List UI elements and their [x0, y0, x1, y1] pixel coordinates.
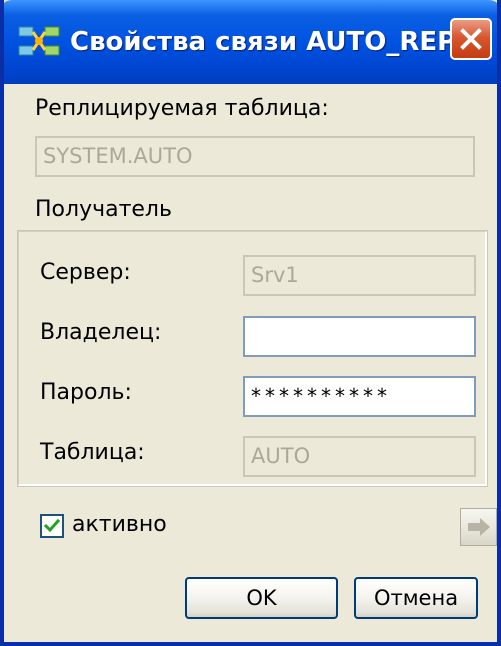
owner-field[interactable] — [243, 316, 476, 357]
replicated-table-field[interactable]: SYSTEM.AUTO — [35, 136, 475, 177]
checkmark-icon — [44, 518, 60, 533]
active-label[interactable]: активно — [72, 512, 167, 537]
server-field[interactable]: Srv1 — [243, 255, 476, 296]
arrow-right-icon — [468, 518, 490, 536]
password-label: Пароль: — [40, 380, 132, 405]
close-button[interactable] — [450, 18, 492, 60]
dialog-window: Свойства связи AUTO_REPL Реплицируемая т… — [0, 0, 501, 646]
table-label: Таблица: — [40, 440, 145, 465]
cancel-button[interactable]: Отмена — [354, 577, 478, 619]
replicated-table-label: Реплицируемая таблица: — [35, 96, 329, 121]
link-icon — [17, 24, 61, 60]
server-label: Сервер: — [40, 260, 131, 285]
owner-label: Владелец: — [40, 320, 162, 345]
table-field[interactable]: AUTO — [243, 436, 476, 477]
title-bar[interactable]: Свойства связи AUTO_REPL — [4, 0, 497, 84]
close-icon — [460, 28, 482, 50]
window-title: Свойства связи AUTO_REPL — [70, 27, 473, 57]
password-field[interactable]: ********** — [243, 376, 476, 417]
ok-button[interactable]: OK — [185, 577, 338, 619]
arrow-button[interactable] — [460, 508, 497, 546]
active-checkbox[interactable] — [40, 514, 64, 538]
recipient-group-label: Получатель — [35, 197, 172, 222]
